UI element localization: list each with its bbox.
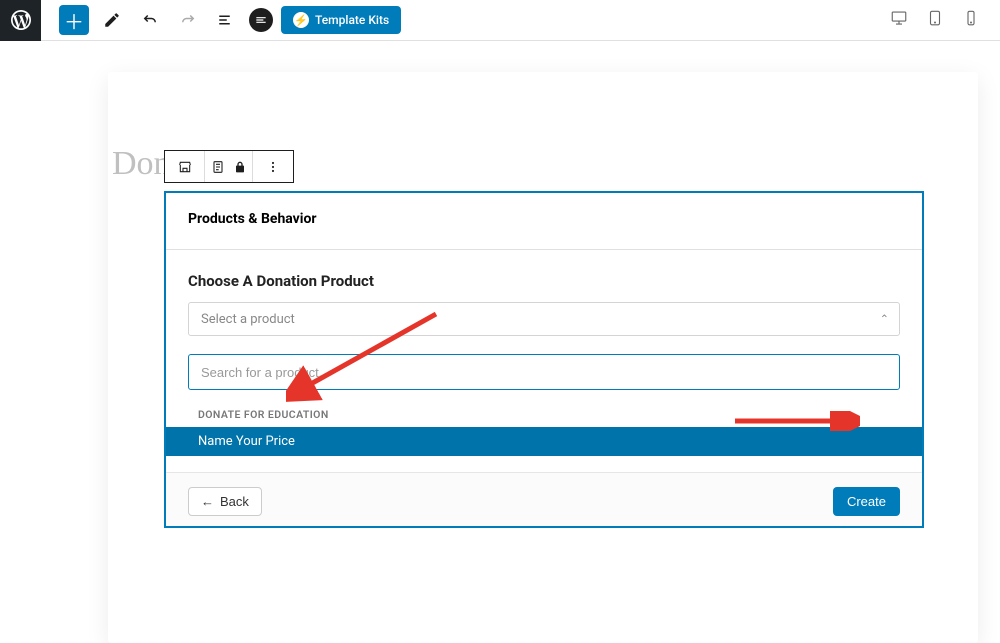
viewport-mobile[interactable] [962,9,980,31]
editor-canvas: Donations Products & Behavior Choose A D… [0,41,1000,643]
tablet-icon [926,9,944,27]
redo-icon [179,11,197,29]
undo-button[interactable] [135,5,165,35]
product-option-selected[interactable]: Name Your Price [166,427,922,456]
document-icon [210,159,226,175]
template-kits-button[interactable]: ⚡ Template Kits [281,6,401,34]
redo-button[interactable] [173,5,203,35]
products-behavior-panel: Products & Behavior Choose A Donation Pr… [164,191,924,528]
storefront-icon [177,159,193,175]
add-block-button[interactable]: ＋ [59,5,89,35]
undo-icon [141,11,159,29]
viewport-desktop[interactable] [890,9,908,31]
details-button[interactable] [211,5,241,35]
lock-icon [232,159,248,175]
template-kits-label: Template Kits [315,13,389,27]
chevron-up-icon: ⌃ [880,313,889,326]
viewport-tablet[interactable] [926,9,944,31]
section-title: Choose A Donation Product [188,272,900,290]
edit-mode-button[interactable] [97,5,127,35]
editor-topbar: ＋ ⚡ Template Kits [0,0,1000,41]
block-more-button[interactable] [253,151,293,182]
wordpress-icon [9,8,33,32]
panel-header: Products & Behavior [166,193,922,250]
wordpress-logo[interactable] [0,0,41,41]
desktop-icon [890,9,908,27]
panel-body: Choose A Donation Product Select a produ… [166,272,922,472]
list-icon [217,11,235,29]
arrow-left-icon: ← [201,494,214,509]
mobile-icon [962,9,980,27]
bolt-icon: ⚡ [293,12,309,28]
product-select-placeholder: Select a product [201,312,295,327]
product-select[interactable]: Select a product ⌃ [188,302,900,336]
block-align-button[interactable] [205,151,253,182]
product-search-wrapper [188,354,900,390]
toolbar-left: ＋ ⚡ Template Kits [41,5,401,35]
back-button[interactable]: ← Back [188,487,262,516]
create-button[interactable]: Create [833,487,900,516]
option-group-label: DONATE FOR EDUCATION [188,408,900,427]
block-type-button[interactable] [165,151,205,182]
leaf-icon [254,13,268,27]
pencil-icon [103,11,121,29]
viewport-switcher [890,9,1000,31]
block-toolbar [164,150,294,183]
dots-vertical-icon [265,159,281,175]
back-label: Back [220,494,249,509]
panel-footer: ← Back Create [166,472,922,526]
product-search-input[interactable] [195,365,893,380]
envato-button[interactable] [249,8,273,32]
